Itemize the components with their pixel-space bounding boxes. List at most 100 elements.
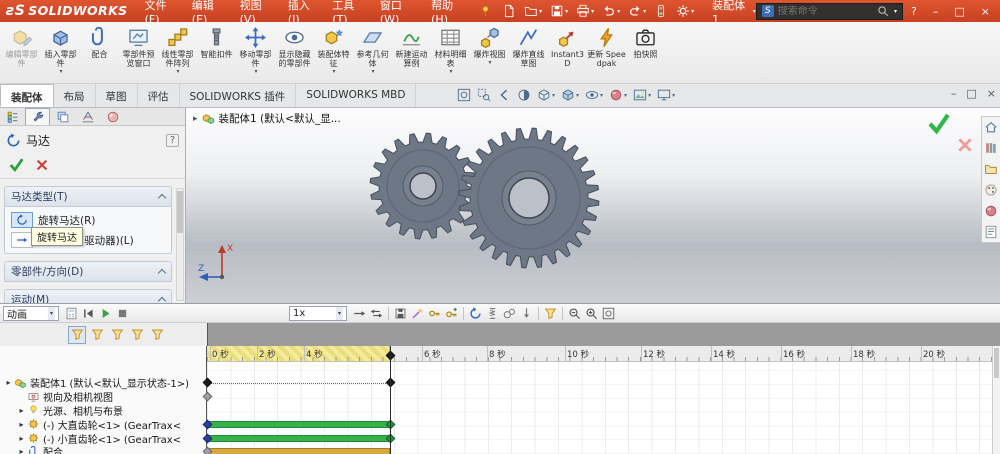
search-caret-icon[interactable]: ▾ <box>894 8 897 15</box>
command-search[interactable]: S ▾ <box>755 2 904 20</box>
motion-tool-button[interactable] <box>63 306 80 321</box>
ribbon-button[interactable]: 新建运动算例 ▾ <box>392 24 431 80</box>
small-gear[interactable] <box>369 132 477 240</box>
heads-up-button[interactable]: ▾ <box>559 87 581 103</box>
timeline-tree-row[interactable]: 视向及相机视图 <box>0 390 206 404</box>
ribbon-button[interactable]: 编辑零部件 ▾ <box>2 24 41 80</box>
expand-arrow-icon[interactable]: ▸ <box>16 420 27 429</box>
heads-up-button[interactable]: ▾ <box>515 87 533 103</box>
motion-tool-button[interactable] <box>426 306 443 321</box>
manager-tab[interactable] <box>0 108 25 125</box>
motion-tool-button[interactable] <box>463 306 464 320</box>
motion-filter-button[interactable] <box>88 326 106 344</box>
motion-filter-button[interactable] <box>148 326 166 344</box>
heads-up-button[interactable]: ▾ <box>607 87 629 103</box>
timebar[interactable] <box>390 346 391 454</box>
motion-tool-button[interactable] <box>600 306 617 321</box>
flyout-arrow-icon[interactable]: ▸ <box>193 114 198 124</box>
motion-tool-button[interactable] <box>392 306 409 321</box>
quick-access-button[interactable]: ▾ <box>650 2 672 20</box>
commandmanager-tab[interactable]: 装配体 <box>0 84 54 107</box>
ribbon-button[interactable]: 爆炸视图 ▾ <box>470 24 509 80</box>
ribbon-button[interactable]: 线性零部件阵列 ▾ <box>158 24 197 80</box>
ribbon-button[interactable]: Instant3D ▾ <box>548 24 587 80</box>
timeline-grid[interactable] <box>202 362 992 454</box>
graphics-area[interactable]: ▸ 装配体1 (默认<默认_显... X Z <box>186 108 1000 303</box>
commandmanager-tab[interactable]: SOLIDWORKS 插件 <box>180 84 297 107</box>
quick-access-button[interactable]: ▾ <box>546 2 572 20</box>
ribbon-button[interactable]: 插入零部件 ▾ <box>41 24 80 80</box>
motion-tool-button[interactable] <box>562 306 563 320</box>
motion-tool-button[interactable] <box>484 306 501 321</box>
heads-up-button[interactable]: ▾ <box>495 87 513 103</box>
timeline-tree-row[interactable]: ▸ 光源、相机与布景 <box>0 404 206 417</box>
motion-filter-button[interactable] <box>108 326 126 344</box>
timeline-tree-row[interactable]: ▸ 配合 <box>0 445 206 454</box>
motion-study-type-select[interactable]: 动画 ▾ <box>3 305 59 321</box>
doc-close-button[interactable]: × <box>987 87 996 100</box>
close-button[interactable]: × <box>973 3 998 20</box>
timeline-bar-green[interactable] <box>207 420 390 428</box>
commandmanager-tab[interactable]: 草图 <box>96 84 138 107</box>
expand-arrow-icon[interactable]: ▸ <box>16 406 27 415</box>
commandmanager-tab[interactable]: SOLIDWORKS MBD <box>296 84 417 107</box>
motion-tool-button[interactable] <box>566 306 583 321</box>
pm-ok-button[interactable] <box>8 156 25 173</box>
design-library-icon[interactable] <box>984 141 998 155</box>
search-icon[interactable] <box>877 5 889 17</box>
ribbon-button[interactable]: 装配体特征 ▾ <box>314 24 353 80</box>
motion-tool-button[interactable] <box>583 306 600 321</box>
ribbon-button[interactable]: 显示隐藏的零部件 ▾ <box>275 24 314 80</box>
manager-tab[interactable] <box>100 108 125 125</box>
timeline-bar-gold[interactable] <box>207 448 390 454</box>
ribbon-button[interactable]: 材料明细表 ▾ <box>431 24 470 80</box>
expand-arrow-icon[interactable]: ▸ <box>16 434 27 443</box>
timeline-ruler[interactable]: 0 秒 2 秒 4 秒 6 秒 8 秒 10 秒 12 秒 14 秒 16 秒 18 秒 20 秒 <box>207 346 992 362</box>
motion-tool-button[interactable] <box>114 306 131 321</box>
search-input[interactable] <box>777 5 874 17</box>
quick-access-button[interactable]: ▾ <box>498 2 520 20</box>
timeline-tree-row[interactable]: ▸ 装配体1 (默认<默认_显示状态-1>) <box>0 376 206 389</box>
heads-up-button[interactable]: ▾ <box>475 87 493 103</box>
ribbon-button[interactable]: 智能扣件 ▾ <box>197 24 236 80</box>
motion-tool-button[interactable] <box>518 306 535 321</box>
gear-model[interactable] <box>186 108 1000 303</box>
motion-tool-button[interactable] <box>538 306 539 320</box>
ribbon-button[interactable]: 拍快照 ▾ <box>626 24 665 80</box>
minimize-button[interactable]: – <box>925 3 947 20</box>
manager-tab[interactable] <box>50 108 75 125</box>
playback-speed-select[interactable]: 1x ▾ <box>289 305 347 321</box>
motion-tool-button[interactable] <box>80 306 97 321</box>
quick-access-button[interactable]: ▾ <box>672 2 698 20</box>
ribbon-button[interactable]: 参考几何体 ▾ <box>353 24 392 80</box>
group-header-motion[interactable]: 运动(M) <box>4 289 172 303</box>
pm-cancel-button[interactable] <box>35 158 49 172</box>
appearances-scenes-icon[interactable] <box>984 204 998 218</box>
motion-tool-button[interactable] <box>97 306 114 321</box>
sw-resources-icon[interactable] <box>984 120 998 134</box>
motion-filter-button[interactable] <box>68 325 86 344</box>
quick-access-button[interactable]: ▾ <box>624 2 650 20</box>
quick-access-button[interactable]: ▾ <box>520 2 546 20</box>
group-header-motor-type[interactable]: 马达类型(T) <box>4 186 172 207</box>
large-gear[interactable] <box>458 127 600 269</box>
motion-tool-button[interactable] <box>501 306 518 321</box>
pin-icon[interactable] <box>479 4 492 18</box>
motion-tool-button[interactable] <box>368 306 385 321</box>
ribbon-button[interactable]: 零部件预览窗口 ▾ <box>119 24 158 80</box>
doc-restore-button[interactable]: □ <box>966 87 976 100</box>
motion-filter-button[interactable] <box>128 326 146 344</box>
view-palette-icon[interactable] <box>984 183 998 197</box>
quick-access-button[interactable]: ▾ <box>598 2 624 20</box>
timeline-scrollbar[interactable] <box>992 346 1000 454</box>
pm-scrollbar[interactable] <box>176 188 184 301</box>
motion-tool-button[interactable] <box>467 306 484 321</box>
motion-tool-button[interactable] <box>542 306 559 321</box>
ribbon-button[interactable]: 配合 ▾ <box>80 24 119 80</box>
help-button[interactable]: ? <box>903 3 925 20</box>
commandmanager-tab[interactable]: 布局 <box>54 84 96 107</box>
commandmanager-tab[interactable]: 评估 <box>138 84 180 107</box>
file-explorer-icon[interactable] <box>984 162 998 176</box>
ribbon-button[interactable]: 移动零部件 ▾ <box>236 24 275 80</box>
heads-up-button[interactable]: ▾ <box>535 87 557 103</box>
